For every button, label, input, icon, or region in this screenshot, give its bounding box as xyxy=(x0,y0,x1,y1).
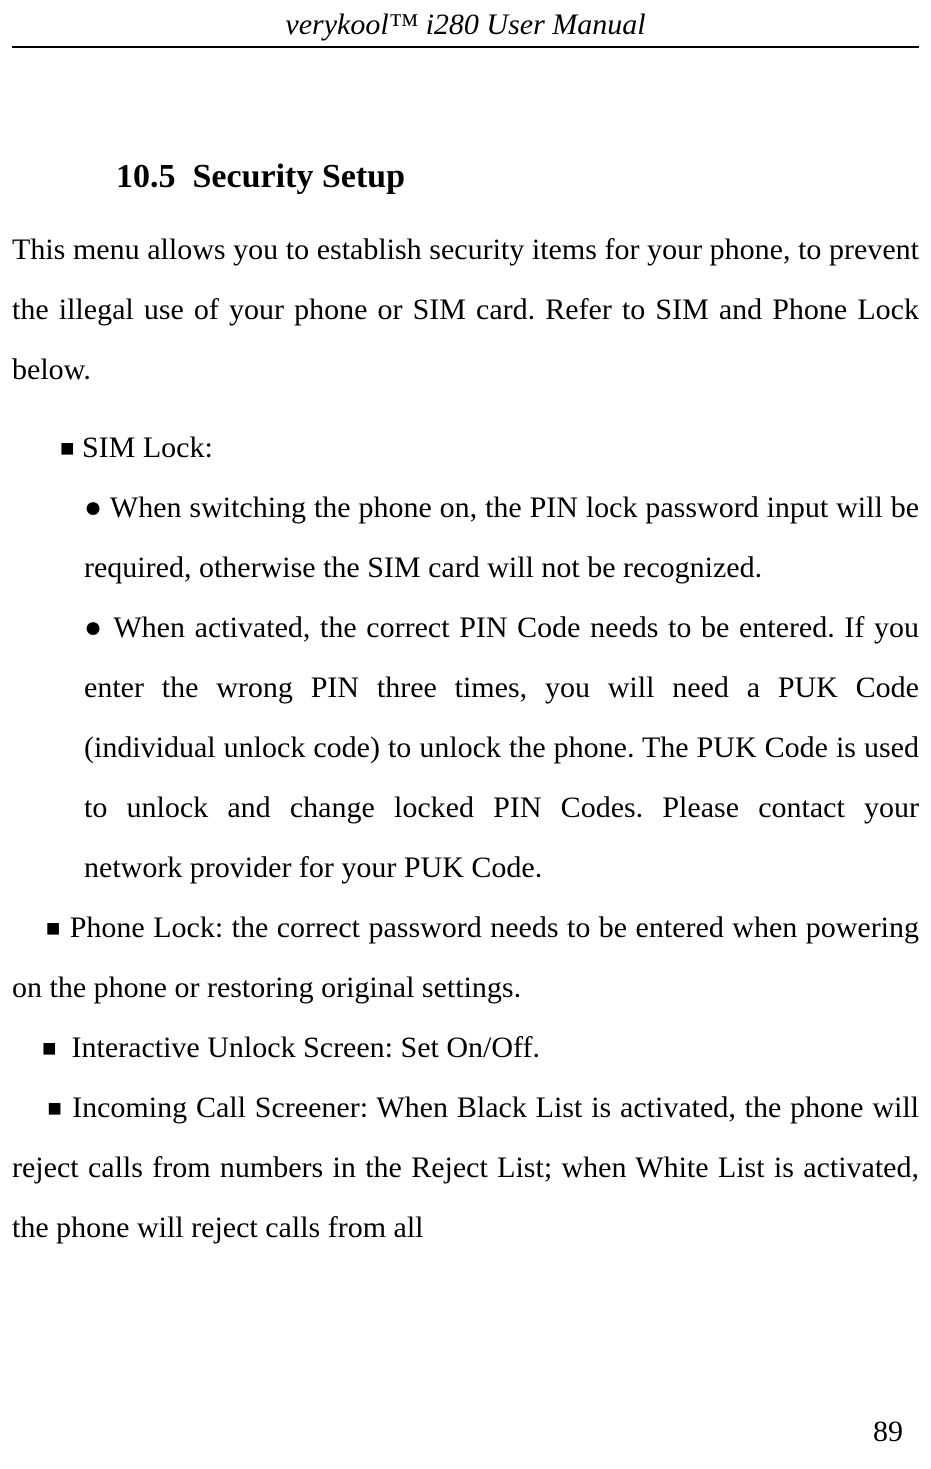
bullet-phone-lock: ■ Phone Lock: the correct password needs… xyxy=(12,898,919,1018)
bullet-interactive-unlock-text: Interactive Unlock Screen: Set On/Off. xyxy=(72,1031,540,1064)
bullet-call-screener: ■ Incoming Call Screener: When Black Lis… xyxy=(12,1078,919,1258)
square-bullet-icon: ■ xyxy=(47,1095,63,1122)
square-bullet-icon: ■ xyxy=(46,915,61,942)
bullet-sim-lock-label: SIM Lock: xyxy=(82,431,213,464)
section-heading: 10.5 Security Setup xyxy=(12,158,919,196)
page-number: 89 xyxy=(873,1415,903,1449)
intro-paragraph: This menu allows you to establish securi… xyxy=(12,220,919,400)
square-bullet-icon: ■ xyxy=(60,435,75,462)
document-header: verykool™ i280 User Manual xyxy=(0,0,931,46)
dot-bullet-icon: ● xyxy=(84,491,103,524)
dot-bullet-icon: ● xyxy=(84,611,104,644)
section-number: 10.5 xyxy=(116,158,176,195)
section-title-text: Security Setup xyxy=(193,158,406,195)
sub-bullet-pin-code: ● When activated, the correct PIN Code n… xyxy=(12,598,919,898)
sub-bullet-pin-lock: ● When switching the phone on, the PIN l… xyxy=(12,478,919,598)
bullet-call-screener-text: Incoming Call Screener: When Black List … xyxy=(12,1091,919,1244)
square-bullet-icon: ■ xyxy=(42,1035,57,1062)
header-title: verykool™ i280 User Manual xyxy=(285,8,645,41)
bullet-sim-lock: ■ SIM Lock: xyxy=(12,418,919,478)
bullet-phone-lock-text: Phone Lock: the correct password needs t… xyxy=(12,911,919,1004)
sub-bullet-pin-lock-text: When switching the phone on, the PIN loc… xyxy=(84,491,919,584)
page-content: 10.5 Security Setup This menu allows you… xyxy=(0,48,931,1258)
bullet-interactive-unlock: ■ Interactive Unlock Screen: Set On/Off. xyxy=(12,1018,919,1078)
sub-bullet-pin-code-text: When activated, the correct PIN Code nee… xyxy=(84,611,919,884)
